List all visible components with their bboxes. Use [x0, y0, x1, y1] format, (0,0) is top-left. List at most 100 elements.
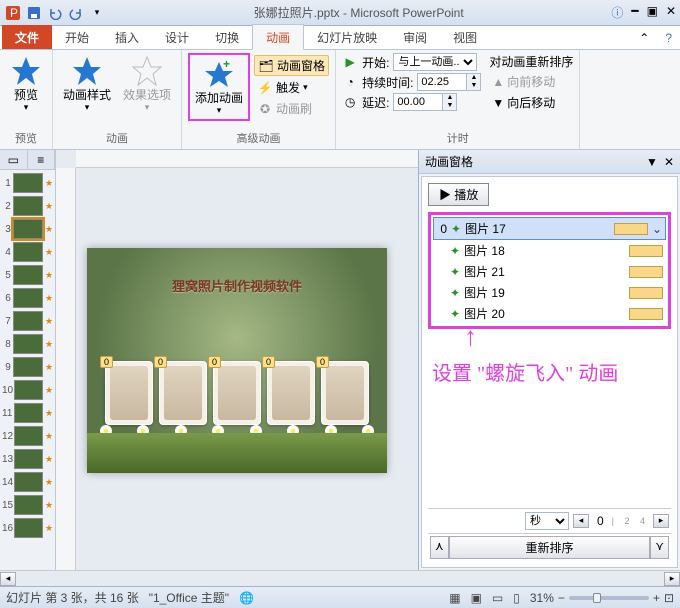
start-combo[interactable]: 与上一动画...: [393, 53, 477, 71]
time-unit-combo[interactable]: 秒: [525, 512, 569, 530]
quick-access-toolbar: P ▾: [4, 4, 106, 22]
thumbnail-8[interactable]: 8★: [2, 334, 53, 354]
minimize-icon[interactable]: ━: [631, 4, 638, 21]
anim-style-button[interactable]: 动画样式 ▾: [59, 53, 115, 115]
pane-icon: 🗂: [258, 58, 274, 74]
play-button[interactable]: ▶ 播放: [428, 183, 489, 206]
ruler-horizontal: [76, 150, 418, 168]
group-advanced: + 添加动画 ▾ 🗂 动画窗格 ⚡ 触发▾ ✪ 动画刷: [182, 50, 336, 149]
help-icon[interactable]: ⓘ: [611, 4, 623, 21]
trigger-button[interactable]: ⚡ 触发▾: [254, 78, 329, 97]
svg-text:+: +: [223, 58, 230, 71]
anim-pane-button[interactable]: 🗂 动画窗格: [254, 55, 329, 76]
window-title: 张娜拉照片.pptx - Microsoft PowerPoint: [106, 4, 611, 21]
save-icon[interactable]: [25, 4, 43, 22]
reorder-up-button[interactable]: ⋏: [430, 536, 449, 559]
slide-photo[interactable]: 0: [267, 361, 315, 425]
delay-spinner[interactable]: ▲▼: [393, 93, 457, 111]
tab-file[interactable]: 文件: [2, 25, 52, 49]
timeline-left-icon[interactable]: ◂: [573, 514, 589, 528]
tab-design[interactable]: 设计: [152, 25, 202, 49]
view-slideshow-icon[interactable]: ▯: [513, 591, 520, 605]
slide-editor[interactable]: 狸窝照片制作视频软件 00000: [56, 150, 418, 570]
thumbnail-11[interactable]: 11★: [2, 403, 53, 423]
view-sorter-icon[interactable]: ▣: [471, 591, 482, 605]
thumbnail-7[interactable]: 7★: [2, 311, 53, 331]
zoom-slider[interactable]: [569, 596, 649, 600]
spin-down-icon[interactable]: ▼: [443, 102, 456, 110]
view-reading-icon[interactable]: ▭: [492, 591, 503, 605]
pane-close-icon[interactable]: ✕: [664, 155, 674, 169]
anim-item[interactable]: ✦图片 21: [433, 261, 666, 282]
tab-insert[interactable]: 插入: [102, 25, 152, 49]
arrow-up-icon: ▲: [492, 75, 504, 89]
spin-up-icon[interactable]: ▲: [467, 74, 480, 82]
reorder-down-button[interactable]: ⋎: [650, 536, 669, 559]
thumbnail-1[interactable]: 1★: [2, 173, 53, 193]
slide-photo[interactable]: 0: [159, 361, 207, 425]
close-icon[interactable]: ✕: [666, 4, 676, 21]
star-icon: [71, 55, 103, 87]
scroll-right-icon[interactable]: ▸: [664, 572, 680, 586]
ribbon-help-icon[interactable]: ?: [657, 27, 680, 49]
slides-tab-icon[interactable]: ▭: [0, 150, 28, 169]
tab-view[interactable]: 视图: [440, 25, 490, 49]
zoom-in-icon[interactable]: +: [653, 591, 660, 605]
scroll-left-icon[interactable]: ◂: [0, 572, 16, 586]
thumbnail-16[interactable]: 16★: [2, 518, 53, 538]
spin-up-icon[interactable]: ▲: [443, 94, 456, 102]
ruler-vertical: [56, 168, 76, 570]
thumbnail-6[interactable]: 6★: [2, 288, 53, 308]
duration-spinner[interactable]: ▲▼: [417, 73, 481, 91]
undo-icon[interactable]: [46, 4, 64, 22]
slide-photo[interactable]: 0: [105, 361, 153, 425]
thumbnail-9[interactable]: 9★: [2, 357, 53, 377]
tab-transitions[interactable]: 切换: [202, 25, 252, 49]
zoom-fit-icon[interactable]: ⊡: [664, 591, 674, 605]
scrollbar-horizontal[interactable]: ◂ ▸: [0, 570, 680, 586]
thumbnail-13[interactable]: 13★: [2, 449, 53, 469]
thumbnail-14[interactable]: 14★: [2, 472, 53, 492]
slide-photo[interactable]: 0: [213, 361, 261, 425]
chevron-down-icon[interactable]: ⌄: [652, 222, 662, 236]
thumbnail-4[interactable]: 4★: [2, 242, 53, 262]
anim-item[interactable]: ✦图片 19: [433, 282, 666, 303]
tab-animations[interactable]: 动画: [252, 24, 304, 50]
qat-dropdown-icon[interactable]: ▾: [88, 4, 106, 22]
thumbnail-12[interactable]: 12★: [2, 426, 53, 446]
spin-down-icon[interactable]: ▼: [467, 82, 480, 90]
thumbnail-15[interactable]: 15★: [2, 495, 53, 515]
tab-home[interactable]: 开始: [52, 25, 102, 49]
view-normal-icon[interactable]: ▦: [449, 591, 460, 605]
thumbnail-5[interactable]: 5★: [2, 265, 53, 285]
tab-slideshow[interactable]: 幻灯片放映: [304, 25, 390, 49]
zoom-out-icon[interactable]: −: [558, 591, 565, 605]
thumbnail-3[interactable]: 3★: [2, 219, 53, 239]
ribbon: 预览 ▾ 预览 动画样式 ▾ 效果选项 ▾ 动画 + 添加: [0, 50, 680, 150]
ribbon-min-icon[interactable]: ⌃: [631, 27, 657, 49]
reorder-label-button[interactable]: 重新排序: [449, 536, 650, 559]
outline-tab-icon[interactable]: ≡: [28, 150, 56, 169]
pane-dropdown-icon[interactable]: ▼: [646, 155, 658, 169]
anim-item[interactable]: ✦图片 18: [433, 240, 666, 261]
spiral-icon: ✦: [450, 244, 460, 258]
restore-icon[interactable]: ▣: [647, 4, 658, 21]
anim-item[interactable]: 0✦图片 17⌄: [433, 217, 666, 240]
add-animation-button[interactable]: + 添加动画 ▾: [191, 56, 247, 118]
group-timing: ▶ 开始: 与上一动画... ◔ 持续时间: ▲▼ ◷ 延迟: ▲▼ 对动画重新…: [336, 50, 580, 149]
timeline-right-icon[interactable]: ▸: [653, 514, 669, 528]
thumbnail-10[interactable]: 10★: [2, 380, 53, 400]
thumbnail-2[interactable]: 2★: [2, 196, 53, 216]
effect-options-button: 效果选项 ▾: [119, 53, 175, 115]
powerpoint-icon[interactable]: P: [4, 4, 22, 22]
reorder-label: 对动画重新排序: [489, 53, 573, 70]
spiral-icon: ✦: [450, 307, 460, 321]
status-lang-icon[interactable]: 🌐: [239, 591, 254, 605]
redo-icon[interactable]: [67, 4, 85, 22]
tab-review[interactable]: 审阅: [390, 25, 440, 49]
current-slide[interactable]: 狸窝照片制作视频软件 00000: [87, 248, 387, 473]
slide-photo[interactable]: 0: [321, 361, 369, 425]
workspace: ▭ ≡ 1★ 2★ 3★ 4★ 5★ 6★ 7★ 8★ 9★ 10★ 11★ 12★ 13★ 14★ 15★…: [0, 150, 680, 570]
move-down-button[interactable]: ▼向后移动: [489, 93, 573, 112]
preview-button[interactable]: 预览 ▾: [6, 53, 46, 115]
